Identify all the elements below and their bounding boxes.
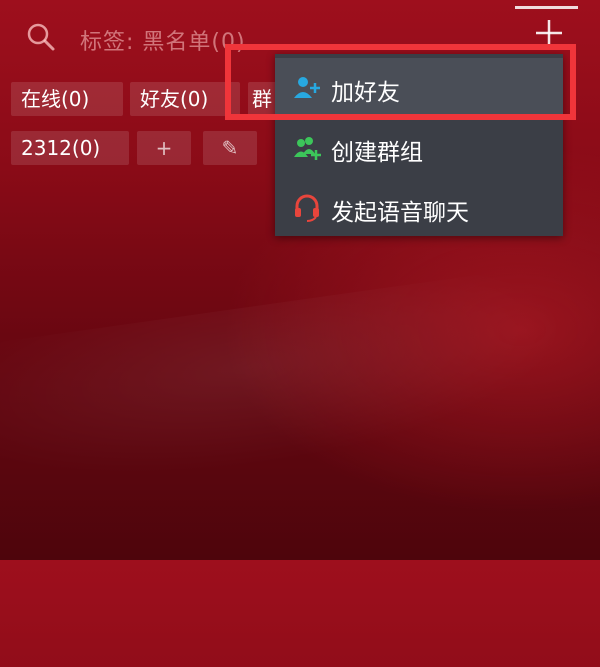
search-icon[interactable] [26, 22, 56, 52]
edit-tag-button[interactable]: ✎ [203, 131, 257, 165]
voice-chat-icon [295, 194, 319, 222]
menu-item-label: 发起语音聊天 [331, 200, 469, 226]
tag-custom[interactable]: 2312(0) [11, 131, 129, 165]
background-sweep [0, 252, 600, 667]
menu-item-voice-chat[interactable]: 发起语音聊天 [275, 178, 563, 238]
create-group-icon [294, 137, 321, 160]
menu-item-create-group[interactable]: 创建群组 [275, 118, 563, 178]
toolbar-indicator [515, 6, 578, 9]
tag-friends[interactable]: 好友(0) [130, 82, 240, 116]
tag-online[interactable]: 在线(0) [11, 82, 123, 116]
highlight-box [225, 44, 576, 120]
add-tag-button[interactable]: + [137, 131, 191, 165]
menu-item-label: 创建群组 [331, 140, 423, 166]
search-filter-text[interactable]: 标签: 黑名单(0) [80, 24, 246, 56]
